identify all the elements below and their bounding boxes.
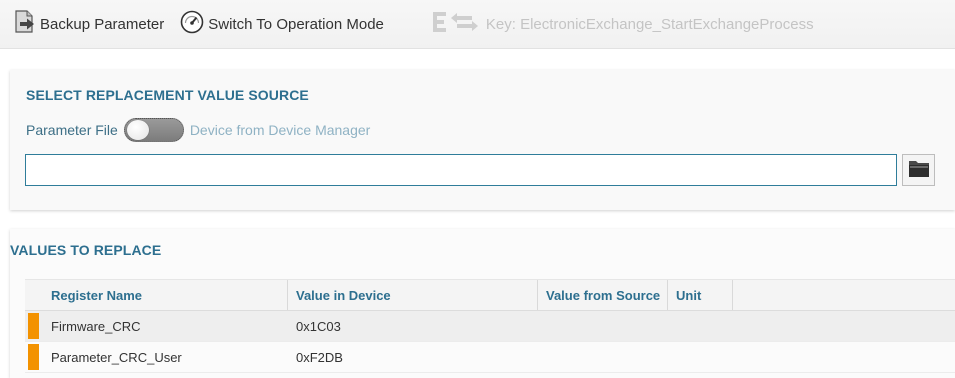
source-toggle-switch[interactable]	[123, 118, 184, 142]
value-from-source-cell	[538, 311, 668, 341]
key-exchange-indicator: Key: ElectronicExchange_StartExchangePro…	[432, 0, 814, 48]
toolbar: Backup Parameter Switch To Operation Mod…	[0, 0, 955, 49]
column-header-register-name[interactable]: Register Name	[43, 280, 288, 310]
register-name-cell: Firmware_CRC	[51, 318, 141, 334]
table-header: Register Name Value in Device Value from…	[25, 279, 955, 311]
column-header-filler	[733, 280, 955, 310]
row-status-indicator	[25, 342, 43, 372]
register-name-cell: Parameter_CRC_User	[51, 349, 182, 365]
value-in-device-cell: 0xF2DB	[296, 349, 343, 365]
row-status-indicator	[25, 311, 43, 341]
device-manager-option-label[interactable]: Device from Device Manager	[190, 122, 371, 138]
source-toggle-row: Parameter File Device from Device Manage…	[26, 118, 370, 142]
value-from-source-cell	[538, 342, 668, 372]
browse-file-button[interactable]	[902, 154, 935, 186]
unit-cell	[668, 342, 733, 372]
filler-cell	[733, 342, 955, 372]
table-row[interactable]: Parameter_CRC_User 0xF2DB	[25, 342, 955, 373]
select-source-title: SELECT REPLACEMENT VALUE SOURCE	[26, 87, 309, 103]
backup-parameter-button[interactable]: Backup Parameter	[14, 0, 164, 48]
replacement-source-panel: SELECT REPLACEMENT VALUE SOURCE Paramete…	[10, 70, 955, 210]
value-in-device-cell: 0x1C03	[296, 318, 341, 334]
column-header-value-from-source[interactable]: Value from Source	[538, 280, 668, 310]
unit-cell	[668, 311, 733, 341]
export-document-icon	[14, 10, 36, 38]
filler-cell	[733, 311, 955, 341]
values-to-replace-panel: VALUES TO REPLACE Register Name Value in…	[10, 229, 955, 378]
backup-parameter-label: Backup Parameter	[40, 15, 165, 33]
toggle-knob	[126, 120, 149, 140]
values-to-replace-title: VALUES TO REPLACE	[10, 242, 162, 258]
column-header-value-in-device[interactable]: Value in Device	[288, 280, 538, 310]
speedometer-icon	[180, 10, 204, 38]
switch-to-operation-mode-button[interactable]: Switch To Operation Mode	[180, 0, 384, 48]
values-table: Register Name Value in Device Value from…	[25, 279, 955, 373]
exchange-arrows-icon	[432, 10, 482, 38]
parameter-file-path-input[interactable]	[25, 154, 897, 186]
parameter-file-option-label[interactable]: Parameter File	[26, 122, 118, 138]
table-row[interactable]: Firmware_CRC 0x1C03	[25, 311, 955, 342]
folder-icon	[908, 158, 930, 183]
row-marker-header	[25, 280, 43, 310]
key-exchange-label: Key: ElectronicExchange_StartExchangePro…	[485, 15, 814, 33]
switch-to-operation-mode-label: Switch To Operation Mode	[208, 15, 384, 33]
column-header-unit[interactable]: Unit	[668, 280, 733, 310]
